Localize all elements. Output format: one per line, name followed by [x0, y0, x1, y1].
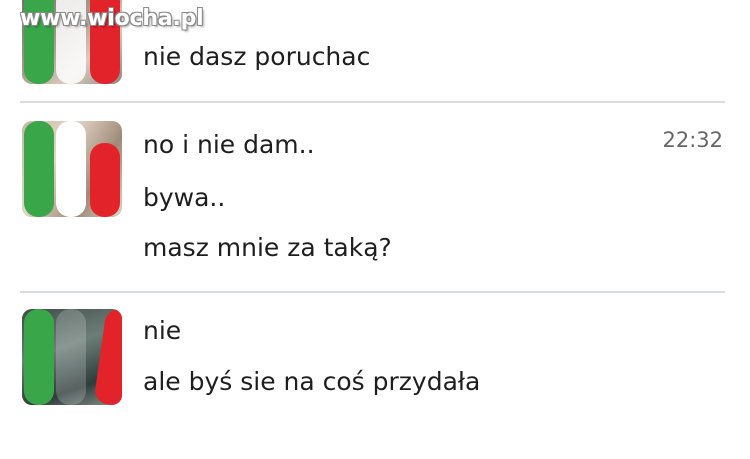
flag-stripe-white	[56, 121, 86, 217]
message-text: nie	[143, 316, 182, 345]
message-divider	[20, 291, 725, 293]
avatar[interactable]	[22, 309, 122, 405]
flag-stripe-red	[90, 143, 120, 217]
message-text: ale byś sie na coś przydała	[143, 367, 481, 396]
message-text: nie dasz poruchac	[143, 42, 371, 71]
message-timestamp: 22:32	[662, 128, 723, 152]
message-divider	[20, 101, 725, 103]
flag-stripe-white	[56, 309, 86, 405]
message-text: bywa..	[143, 183, 226, 212]
flag-stripe-green	[24, 309, 54, 405]
message-text: no i nie dam..	[143, 130, 315, 159]
message-text: masz mnie za taką?	[143, 233, 392, 262]
flag-stripe-green	[24, 121, 54, 217]
avatar[interactable]	[22, 121, 122, 217]
watermark-logo: www.wiocha.pl	[20, 6, 204, 31]
